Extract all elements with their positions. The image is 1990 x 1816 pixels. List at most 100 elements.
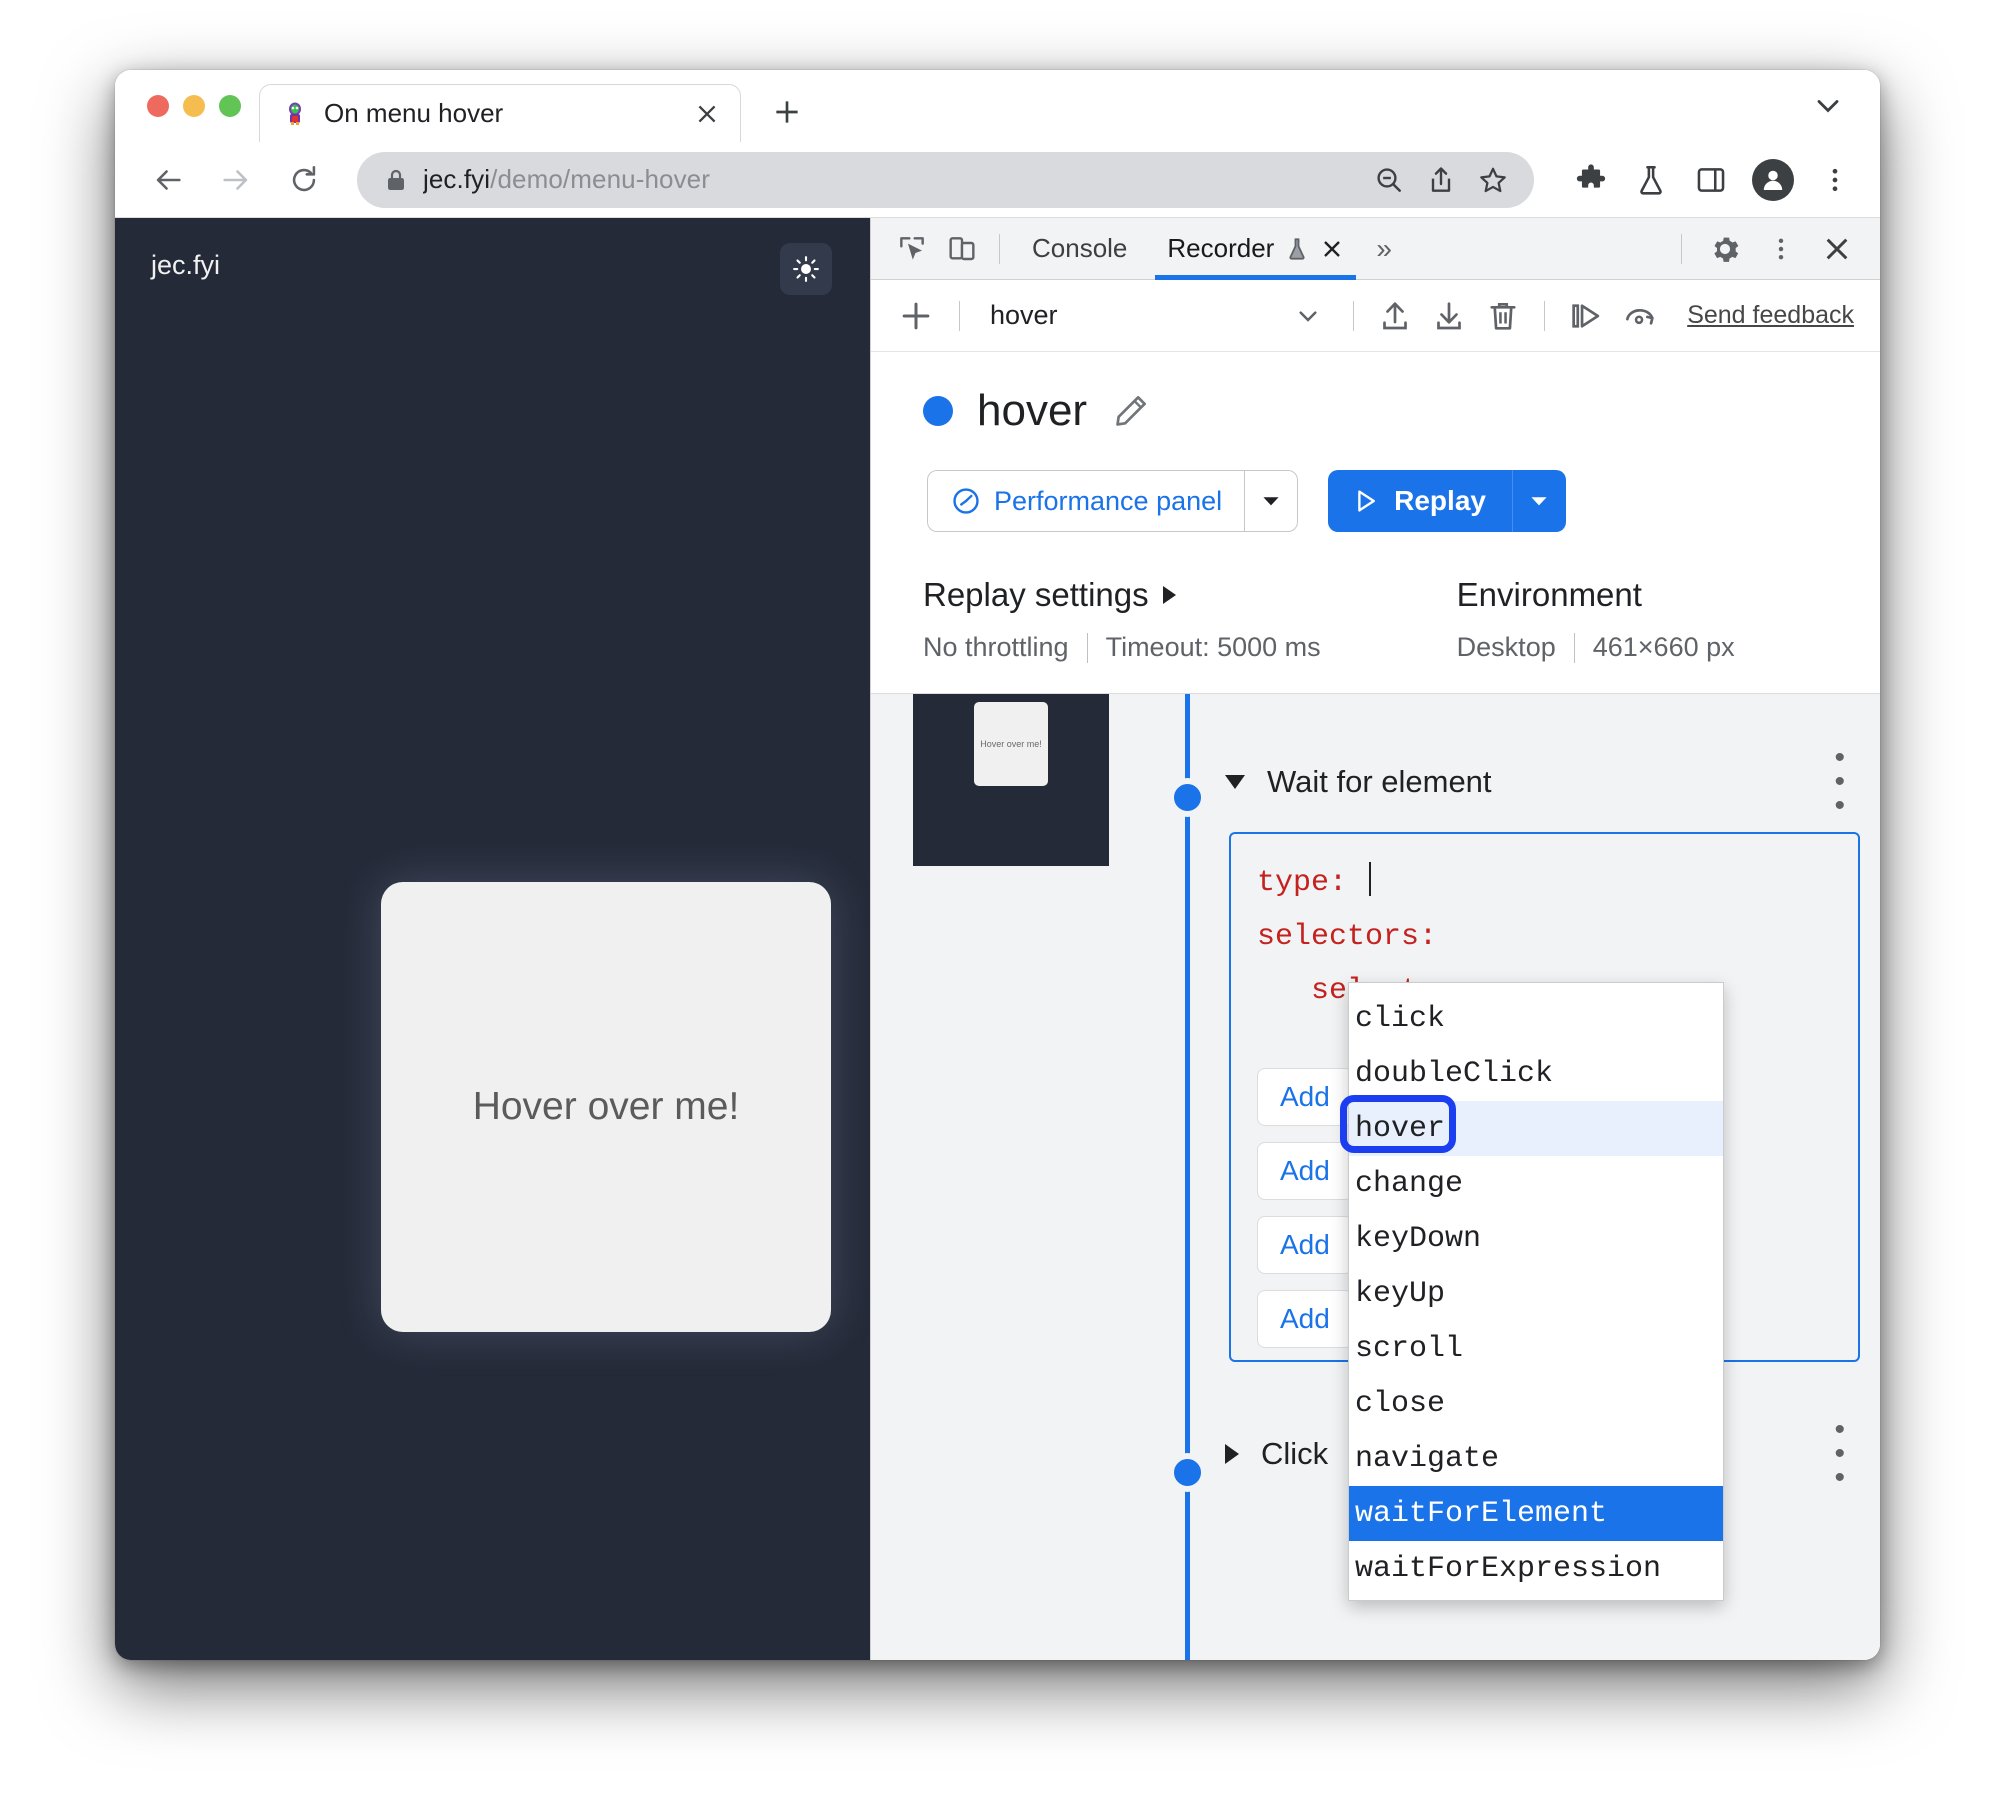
replay-speed-button[interactable] <box>1615 291 1665 341</box>
forward-button[interactable] <box>207 151 265 209</box>
tab-search-button[interactable] <box>1810 70 1880 142</box>
trash-icon <box>1490 302 1516 330</box>
plus-icon <box>902 302 930 329</box>
pencil-icon[interactable] <box>1111 391 1151 431</box>
account-avatar-icon[interactable] <box>1752 158 1794 201</box>
code-line-selectors: selectors: <box>1257 910 1832 964</box>
autocomplete-item-scroll[interactable]: scroll <box>1349 1321 1723 1376</box>
autocomplete-item-navigate[interactable]: navigate <box>1349 1431 1723 1486</box>
autocomplete-item-waitforelement[interactable]: waitForElement <box>1349 1486 1723 1541</box>
autocomplete-item-keydown[interactable]: keyDown <box>1349 1211 1723 1266</box>
autocomplete-item-change[interactable]: change <box>1349 1156 1723 1211</box>
upload-icon <box>1383 301 1408 329</box>
divider <box>1573 632 1575 663</box>
hover-target-card[interactable]: Hover over me! <box>381 882 831 1332</box>
side-panel-icon[interactable] <box>1692 161 1730 199</box>
close-devtools-icon[interactable] <box>1812 224 1862 274</box>
theme-toggle-button[interactable] <box>780 243 832 295</box>
step-thumbnail-column: Hover over me! <box>871 694 1161 1660</box>
export-recording-button[interactable] <box>1424 291 1474 341</box>
divider <box>1086 632 1088 663</box>
lock-icon <box>388 169 404 190</box>
autocomplete-item-waitforexpression[interactable]: waitForExpression <box>1349 1541 1723 1596</box>
replay-speed-icon <box>1626 308 1654 325</box>
add-button-3[interactable]: Add <box>1257 1216 1353 1274</box>
autocomplete-item-keyup[interactable]: keyUp <box>1349 1266 1723 1321</box>
performance-panel-label: Performance panel <box>994 485 1223 516</box>
delete-recording-button[interactable] <box>1478 291 1528 341</box>
three-dot-menu-icon[interactable] <box>1816 161 1854 199</box>
caret-right-icon[interactable] <box>1225 1444 1239 1464</box>
performance-panel-button-group: Performance panel <box>927 470 1299 532</box>
replay-settings-values: No throttling Timeout: 5000 ms <box>923 632 1321 663</box>
three-dot-menu-icon[interactable]: • • • <box>1834 1415 1860 1493</box>
caret-down-icon[interactable] <box>1225 775 1245 789</box>
send-feedback-link[interactable]: Send feedback <box>1687 301 1858 330</box>
puzzle-icon[interactable] <box>1572 161 1610 199</box>
replay-button-caret[interactable] <box>1511 470 1566 532</box>
reload-button[interactable] <box>275 151 333 209</box>
add-button-2[interactable]: Add <box>1257 1142 1353 1200</box>
three-dot-menu-icon[interactable] <box>1756 224 1806 274</box>
tab-console[interactable]: Console <box>1012 218 1147 280</box>
step-over-icon <box>1572 303 1600 328</box>
replay-button[interactable]: Replay <box>1328 470 1512 532</box>
inspect-element-icon[interactable] <box>887 224 937 274</box>
site-favicon <box>289 102 301 125</box>
chevron-down-icon <box>1817 100 1839 113</box>
three-dot-menu-icon[interactable]: • • • <box>1834 743 1860 821</box>
import-recording-button[interactable] <box>1370 291 1420 341</box>
device-toolbar-icon[interactable] <box>937 224 987 274</box>
close-icon[interactable] <box>692 99 722 129</box>
divider <box>1353 300 1355 331</box>
gear-icon[interactable] <box>1700 224 1750 274</box>
divider <box>999 233 1000 264</box>
replay-settings-header[interactable]: Replay settings <box>923 576 1321 614</box>
close-recorder-tab-icon[interactable] <box>1320 237 1344 261</box>
recording-title: hover <box>977 386 1088 435</box>
throttling-value: No throttling <box>923 632 1069 662</box>
zoom-out-icon[interactable] <box>1372 163 1406 197</box>
star-icon[interactable] <box>1476 163 1510 197</box>
add-button-1[interactable]: Add <box>1257 1068 1353 1126</box>
add-buttons-stack: Add Add Add Add <box>1257 1052 1353 1348</box>
browser-action-icons <box>1558 158 1854 201</box>
back-button[interactable] <box>139 151 197 209</box>
autocomplete-item-close[interactable]: close <box>1349 1376 1723 1431</box>
page-brand: jec.fyi <box>151 250 221 280</box>
page-viewport: jec.fyi Hover over me! <box>115 218 870 1660</box>
add-button-4[interactable]: Add <box>1257 1290 1353 1348</box>
plus-icon <box>776 101 798 123</box>
recorder-toolbar: hover Send feedback <box>871 280 1880 352</box>
maximize-window-button[interactable] <box>219 95 241 117</box>
environment-title: Environment <box>1456 576 1642 613</box>
autocomplete-item-doubleclick[interactable]: doubleClick <box>1349 1046 1723 1101</box>
step-wait-for-element-header[interactable]: Wait for element • • • <box>1215 742 1860 822</box>
new-tab-button[interactable] <box>759 84 815 140</box>
devtools-overflow-button[interactable]: » <box>1364 233 1404 265</box>
timeline-node-click <box>1168 1453 1207 1492</box>
code-line-type: type: <box>1257 856 1832 910</box>
autocomplete-item-click[interactable]: click <box>1349 991 1723 1046</box>
code-key-selectors: selectors: <box>1257 920 1438 954</box>
close-window-button[interactable] <box>147 95 169 117</box>
minimize-window-button[interactable] <box>183 95 205 117</box>
autocomplete-item-hover[interactable]: hover <box>1349 1101 1723 1156</box>
step-over-button[interactable] <box>1561 291 1611 341</box>
performance-panel-button[interactable]: Performance panel <box>927 470 1245 532</box>
timeout-value: Timeout: 5000 ms <box>1105 632 1321 662</box>
browser-tab[interactable]: On menu hover <box>259 84 741 142</box>
create-recording-button[interactable] <box>889 289 943 343</box>
side-panel-icon-glyph <box>1697 167 1725 192</box>
share-icon[interactable] <box>1424 163 1458 197</box>
environment-device: Desktop <box>1456 632 1556 662</box>
chevron-down-glyph <box>1299 310 1317 322</box>
environment-section: Environment Desktop 461×660 px <box>1457 576 1735 663</box>
recording-selector[interactable]: hover <box>976 289 1337 343</box>
flask-icon[interactable] <box>1632 161 1670 199</box>
tab-recorder[interactable]: Recorder <box>1147 218 1364 280</box>
play-triangle-icon <box>1358 490 1376 512</box>
type-autocomplete-menu[interactable]: click doubleClick hover change keyDown k… <box>1348 982 1724 1601</box>
performance-panel-caret[interactable] <box>1244 470 1299 532</box>
address-bar[interactable]: jec.fyi/demo/menu-hover <box>357 151 1534 208</box>
